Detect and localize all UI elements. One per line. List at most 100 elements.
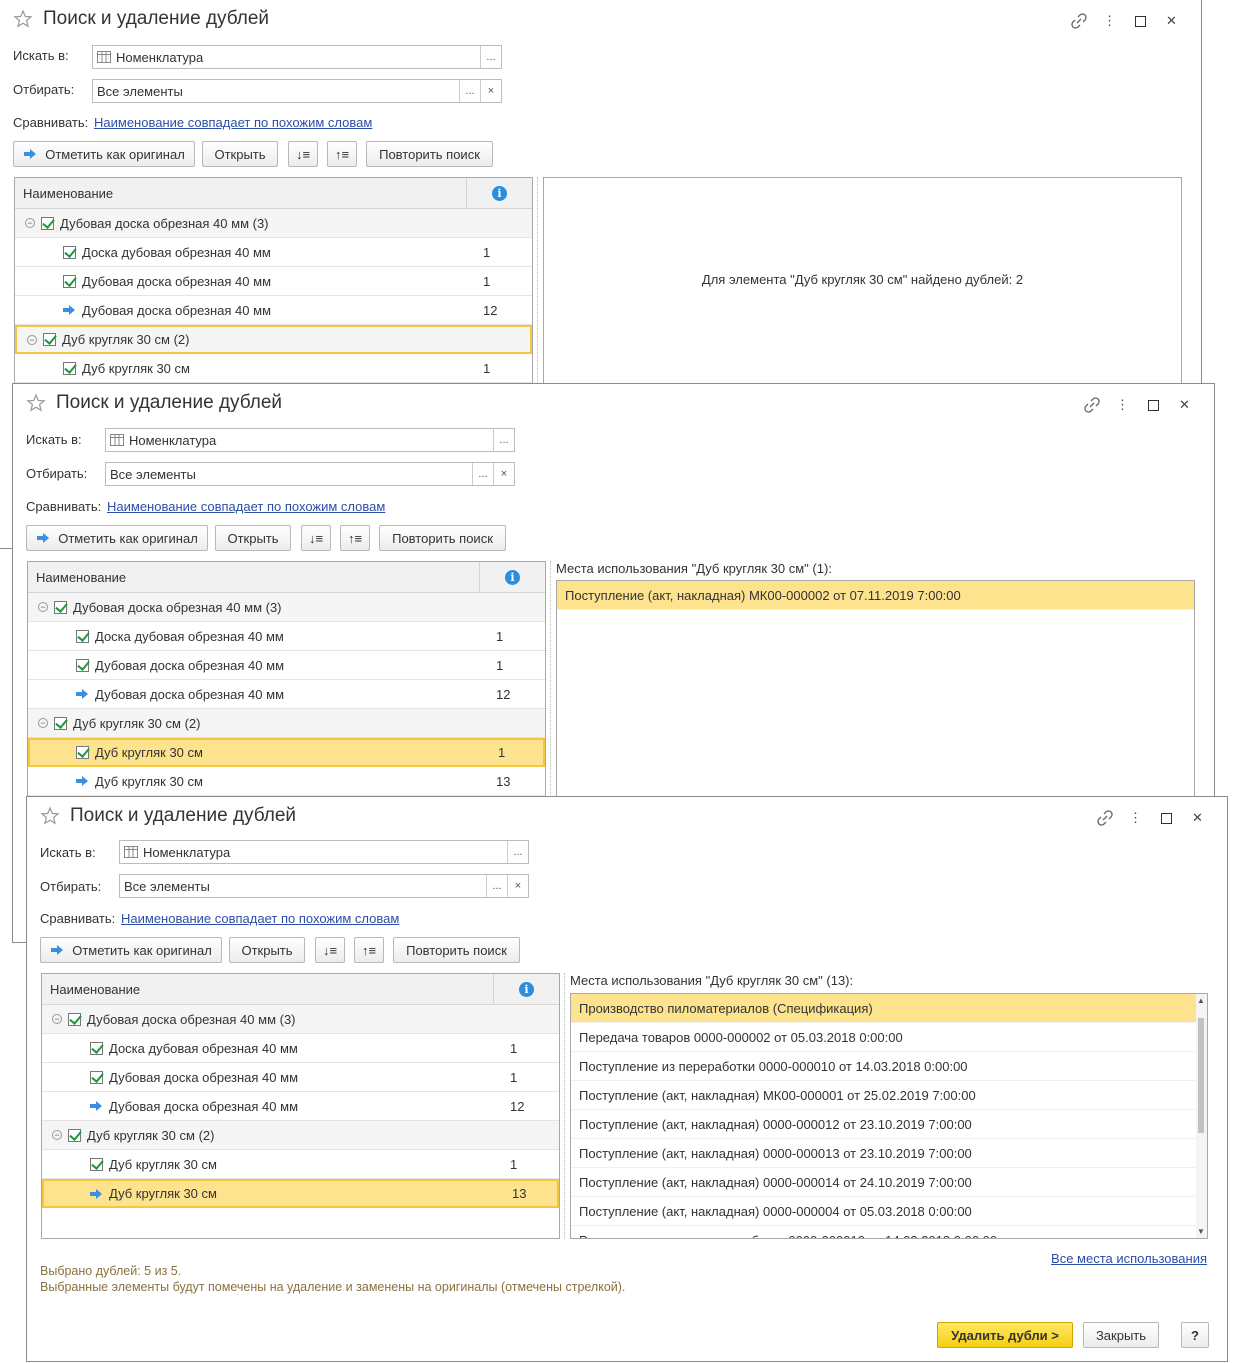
sort-down-icon[interactable]: ↓≡	[315, 937, 345, 963]
checkbox[interactable]	[90, 1041, 103, 1055]
usage-item[interactable]: Поступление (акт, накладная) 0000-000012…	[571, 1110, 1207, 1139]
close-icon[interactable]: ✕	[1156, 12, 1187, 30]
checkbox[interactable]	[90, 1157, 103, 1171]
search-in-select-button[interactable]: ...	[493, 429, 514, 451]
usage-item[interactable]: Поступление (акт, накладная) 0000-000014…	[571, 1168, 1207, 1197]
star-icon[interactable]	[13, 9, 33, 29]
open-button[interactable]: Открыть	[229, 937, 305, 963]
list-item-selected[interactable]: Дуб кругляк 30 см 13	[42, 1179, 559, 1208]
more-icon[interactable]: ⋮	[1094, 12, 1125, 30]
compare-link[interactable]: Наименование совпадает по похожим словам	[121, 911, 399, 926]
list-item-selected[interactable]: Дуб кругляк 30 см 1	[28, 738, 545, 767]
splitter[interactable]	[550, 561, 551, 801]
checkbox[interactable]	[76, 629, 89, 643]
usage-item[interactable]: Передача товаров 0000-000002 от 05.03.20…	[571, 1023, 1207, 1052]
sort-up-icon[interactable]: ↑≡	[354, 937, 384, 963]
close-button[interactable]: Закрыть	[1083, 1322, 1159, 1348]
more-icon[interactable]: ⋮	[1120, 809, 1151, 827]
checkbox[interactable]	[90, 1070, 103, 1084]
link-icon[interactable]	[1076, 396, 1107, 414]
usage-scrollbar[interactable]: ▲ ▼	[1196, 994, 1207, 1238]
group-row[interactable]: − Дуб кругляк 30 см (2)	[28, 709, 545, 738]
usage-item[interactable]: Реализация услуг по переработке 0000-000…	[571, 1226, 1207, 1239]
collapse-icon[interactable]: −	[52, 1130, 62, 1140]
usage-item[interactable]: Поступление (акт, накладная) 0000-000004…	[571, 1197, 1207, 1226]
group-row[interactable]: − Дубовая доска обрезная 40 мм (3)	[15, 209, 532, 238]
checkbox[interactable]	[63, 245, 76, 259]
sort-up-icon[interactable]: ↑≡	[340, 525, 370, 551]
compare-link[interactable]: Наименование совпадает по похожим словам	[107, 499, 385, 514]
link-icon[interactable]	[1063, 12, 1094, 30]
filter-select-button[interactable]: ...	[472, 463, 493, 485]
search-in-select-button[interactable]: ...	[507, 841, 528, 863]
list-item[interactable]: Дубовая доска обрезная 40 мм 1	[15, 267, 532, 296]
usage-item[interactable]: Поступление (акт, накладная) 0000-000013…	[571, 1139, 1207, 1168]
group-row[interactable]: − Дубовая доска обрезная 40 мм (3)	[28, 593, 545, 622]
help-button[interactable]: ?	[1181, 1322, 1209, 1348]
list-item[interactable]: Дуб кругляк 30 см 1	[15, 354, 532, 383]
usage-item[interactable]: Поступление из переработки 0000-000010 о…	[571, 1052, 1207, 1081]
mark-original-button[interactable]: Отметить как оригинал	[26, 525, 208, 551]
checkbox[interactable]	[63, 361, 76, 375]
scroll-down-icon[interactable]: ▼	[1197, 1227, 1205, 1236]
search-in-field[interactable]: Номенклатура ...	[119, 840, 529, 864]
collapse-icon[interactable]: −	[38, 718, 48, 728]
group-row[interactable]: − Дубовая доска обрезная 40 мм (3)	[42, 1005, 559, 1034]
collapse-icon[interactable]: −	[52, 1014, 62, 1024]
link-icon[interactable]	[1089, 809, 1120, 827]
more-icon[interactable]: ⋮	[1107, 396, 1138, 414]
search-in-field[interactable]: Номенклатура ...	[105, 428, 515, 452]
checkbox[interactable]	[68, 1128, 81, 1142]
checkbox[interactable]	[76, 658, 89, 672]
filter-clear-button[interactable]: ×	[480, 80, 501, 102]
filter-clear-button[interactable]: ×	[507, 875, 528, 897]
splitter[interactable]	[537, 177, 538, 397]
list-item[interactable]: Доска дубовая обрезная 40 мм 1	[28, 622, 545, 651]
delete-duplicates-button[interactable]: Удалить дубли >	[937, 1322, 1073, 1348]
filter-clear-button[interactable]: ×	[493, 463, 514, 485]
usage-item[interactable]: Поступление (акт, накладная) МК00-000001…	[571, 1081, 1207, 1110]
filter-field[interactable]: Все элементы ... ×	[119, 874, 529, 898]
sort-down-icon[interactable]: ↓≡	[301, 525, 331, 551]
list-item[interactable]: Доска дубовая обрезная 40 мм 1	[15, 238, 532, 267]
close-icon[interactable]: ✕	[1182, 809, 1213, 827]
group-row-selected[interactable]: − Дуб кругляк 30 см (2)	[15, 325, 532, 354]
collapse-icon[interactable]: −	[25, 218, 35, 228]
checkbox[interactable]	[63, 274, 76, 288]
checkbox[interactable]	[76, 746, 89, 759]
checkbox[interactable]	[41, 216, 54, 230]
list-item[interactable]: Дуб кругляк 30 см 13	[28, 767, 545, 796]
list-item[interactable]: Дубовая доска обрезная 40 мм 1	[28, 651, 545, 680]
search-in-select-button[interactable]: ...	[480, 46, 501, 68]
list-item[interactable]: Дубовая доска обрезная 40 мм 12	[42, 1092, 559, 1121]
filter-select-button[interactable]: ...	[459, 80, 480, 102]
open-button[interactable]: Открыть	[215, 525, 291, 551]
collapse-icon[interactable]: −	[38, 602, 48, 612]
mark-original-button[interactable]: Отметить как оригинал	[13, 141, 195, 167]
repeat-search-button[interactable]: Повторить поиск	[379, 525, 506, 551]
sort-down-icon[interactable]: ↓≡	[288, 141, 318, 167]
list-item[interactable]: Доска дубовая обрезная 40 мм 1	[42, 1034, 559, 1063]
maximize-icon[interactable]	[1125, 12, 1156, 30]
close-icon[interactable]: ✕	[1169, 396, 1200, 414]
checkbox[interactable]	[54, 716, 67, 730]
checkbox[interactable]	[68, 1012, 81, 1026]
maximize-icon[interactable]	[1138, 396, 1169, 414]
search-in-field[interactable]: Номенклатура ...	[92, 45, 502, 69]
scroll-thumb[interactable]	[1198, 1018, 1204, 1133]
sort-up-icon[interactable]: ↑≡	[327, 141, 357, 167]
scroll-up-icon[interactable]: ▲	[1197, 996, 1205, 1005]
star-icon[interactable]	[26, 393, 46, 413]
usage-item-selected[interactable]: Производство пиломатериалов (Спецификаци…	[571, 994, 1196, 1023]
collapse-icon[interactable]: −	[27, 334, 37, 345]
splitter[interactable]	[564, 973, 565, 1239]
maximize-icon[interactable]	[1151, 809, 1182, 827]
list-item[interactable]: Дубовая доска обрезная 40 мм 1	[42, 1063, 559, 1092]
filter-field[interactable]: Все элементы ... ×	[105, 462, 515, 486]
list-item[interactable]: Дубовая доска обрезная 40 мм 12	[15, 296, 532, 325]
filter-select-button[interactable]: ...	[486, 875, 507, 897]
usage-item-selected[interactable]: Поступление (акт, накладная) МК00-000002…	[557, 581, 1194, 610]
all-usages-link[interactable]: Все места использования	[1051, 1251, 1207, 1266]
list-item[interactable]: Дубовая доска обрезная 40 мм 12	[28, 680, 545, 709]
star-icon[interactable]	[40, 806, 60, 826]
